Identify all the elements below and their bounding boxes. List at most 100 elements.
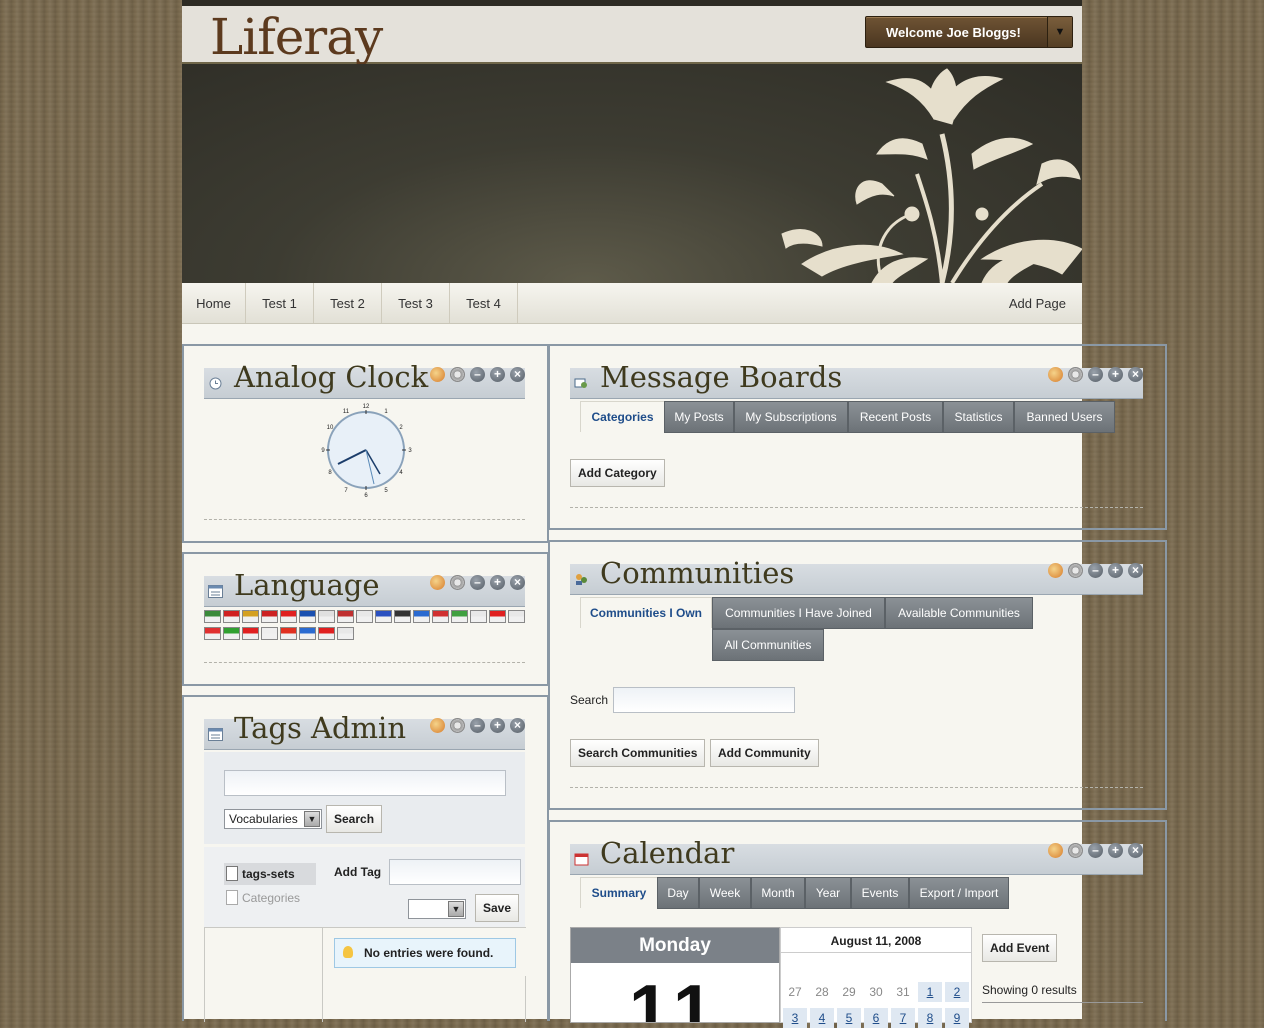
configuration-icon[interactable] <box>450 575 465 590</box>
nav-test-4[interactable]: Test 4 <box>450 283 518 323</box>
language-flag-icon[interactable] <box>223 627 240 640</box>
language-flag-icon[interactable] <box>261 627 278 640</box>
language-flag-icon[interactable] <box>223 610 240 623</box>
calendar-day[interactable]: 31 <box>891 982 915 1002</box>
language-flag-icon[interactable] <box>470 610 487 623</box>
maximize-icon[interactable]: + <box>1108 563 1123 578</box>
tab-available-communities[interactable]: Available Communities <box>885 597 1033 629</box>
add-community-button[interactable]: Add Community <box>710 739 819 767</box>
close-icon[interactable]: × <box>510 718 525 733</box>
search-communities-button[interactable]: Search Communities <box>570 739 706 767</box>
maximize-icon[interactable]: + <box>1108 843 1123 858</box>
language-flag-icon[interactable] <box>204 627 221 640</box>
calendar-day[interactable]: 30 <box>864 982 888 1002</box>
calendar-day[interactable]: 28 <box>810 982 834 1002</box>
language-flag-icon[interactable] <box>489 610 506 623</box>
minimize-icon[interactable]: – <box>470 575 485 590</box>
tab-all-communities[interactable]: All Communities <box>712 629 824 661</box>
calendar-day[interactable]: 8 <box>918 1008 942 1028</box>
tab-statistics[interactable]: Statistics <box>943 401 1014 433</box>
tab-week[interactable]: Week <box>699 877 751 909</box>
dropdown-arrow-icon[interactable]: ▼ <box>1047 17 1072 47</box>
tab-communities-i-have-joined[interactable]: Communities I Have Joined <box>712 597 885 629</box>
tab-events[interactable]: Events <box>851 877 909 909</box>
calendar-day[interactable]: 5 <box>837 1008 861 1028</box>
language-flag-icon[interactable] <box>318 610 335 623</box>
maximize-icon[interactable]: + <box>490 575 505 590</box>
language-flag-icon[interactable] <box>413 610 430 623</box>
tab-month[interactable]: Month <box>751 877 805 909</box>
add-event-button[interactable]: Add Event <box>982 934 1058 962</box>
calendar-day[interactable]: 7 <box>891 1008 915 1028</box>
language-flag-icon[interactable] <box>337 627 354 640</box>
tab-categories[interactable]: Categories <box>580 401 665 432</box>
maximize-icon[interactable]: + <box>490 718 505 733</box>
nav-home[interactable]: Home <box>182 283 246 323</box>
language-flag-icon[interactable] <box>337 610 354 623</box>
language-flag-icon[interactable] <box>204 610 221 623</box>
nav-test-2[interactable]: Test 2 <box>314 283 382 323</box>
tag-set-select[interactable]: ▼ <box>408 899 466 919</box>
calendar-day[interactable]: 9 <box>945 1008 969 1028</box>
tab-my-subscriptions[interactable]: My Subscriptions <box>734 401 848 433</box>
welcome-menu[interactable]: Welcome Joe Bloggs! ▼ <box>865 16 1073 48</box>
language-flag-icon[interactable] <box>451 610 468 623</box>
look-and-feel-icon[interactable] <box>430 367 445 382</box>
maximize-icon[interactable]: + <box>490 367 505 382</box>
nav-test-1[interactable]: Test 1 <box>246 283 314 323</box>
minimize-icon[interactable]: – <box>1088 367 1103 382</box>
tab-my-posts[interactable]: My Posts <box>664 401 734 433</box>
calendar-day[interactable]: 27 <box>783 982 807 1002</box>
tab-day[interactable]: Day <box>657 877 699 909</box>
add-page-button[interactable]: Add Page <box>1009 283 1066 323</box>
language-flag-icon[interactable] <box>432 610 449 623</box>
add-category-button[interactable]: Add Category <box>570 459 665 487</box>
nav-test-3[interactable]: Test 3 <box>382 283 450 323</box>
minimize-icon[interactable]: – <box>1088 563 1103 578</box>
maximize-icon[interactable]: + <box>1108 367 1123 382</box>
close-icon[interactable]: × <box>510 367 525 382</box>
configuration-icon[interactable] <box>1068 367 1083 382</box>
tab-communities-i-own[interactable]: Communities I Own <box>580 597 712 628</box>
configuration-icon[interactable] <box>1068 843 1083 858</box>
close-icon[interactable]: × <box>1128 563 1143 578</box>
tree-item-categories[interactable]: Categories <box>224 887 316 909</box>
calendar-day[interactable]: 4 <box>810 1008 834 1028</box>
language-flag-icon[interactable] <box>242 610 259 623</box>
look-and-feel-icon[interactable] <box>430 575 445 590</box>
configuration-icon[interactable] <box>450 367 465 382</box>
calendar-day[interactable]: 1 <box>918 982 942 1002</box>
look-and-feel-icon[interactable] <box>430 718 445 733</box>
close-icon[interactable]: × <box>1128 367 1143 382</box>
minimize-icon[interactable]: – <box>1088 843 1103 858</box>
logo[interactable]: Liferay <box>210 8 383 66</box>
tab-export-import[interactable]: Export / Import <box>909 877 1009 909</box>
vocabularies-select[interactable]: Vocabularies ▼ <box>224 809 322 829</box>
language-flag-icon[interactable] <box>280 610 297 623</box>
tab-recent-posts[interactable]: Recent Posts <box>848 401 943 433</box>
tab-banned-users[interactable]: Banned Users <box>1014 401 1115 433</box>
calendar-day[interactable]: 3 <box>783 1008 807 1028</box>
communities-search-input[interactable] <box>613 687 795 713</box>
tab-summary[interactable]: Summary <box>580 877 658 908</box>
language-flag-icon[interactable] <box>394 610 411 623</box>
tree-item-tags-sets[interactable]: tags-sets <box>224 863 316 885</box>
look-and-feel-icon[interactable] <box>1048 843 1063 858</box>
look-and-feel-icon[interactable] <box>1048 563 1063 578</box>
save-button[interactable]: Save <box>475 894 520 922</box>
tags-search-button[interactable]: Search <box>326 805 383 833</box>
tags-search-input[interactable] <box>224 770 506 796</box>
language-flag-icon[interactable] <box>318 627 335 640</box>
language-flag-icon[interactable] <box>280 627 297 640</box>
language-flag-icon[interactable] <box>242 627 259 640</box>
language-flag-icon[interactable] <box>299 610 316 623</box>
tab-year[interactable]: Year <box>805 877 851 909</box>
language-flag-icon[interactable] <box>356 610 373 623</box>
close-icon[interactable]: × <box>510 575 525 590</box>
minimize-icon[interactable]: – <box>470 367 485 382</box>
look-and-feel-icon[interactable] <box>1048 367 1063 382</box>
minimize-icon[interactable]: – <box>470 718 485 733</box>
language-flag-icon[interactable] <box>299 627 316 640</box>
calendar-day[interactable]: 2 <box>945 982 969 1002</box>
configuration-icon[interactable] <box>450 718 465 733</box>
